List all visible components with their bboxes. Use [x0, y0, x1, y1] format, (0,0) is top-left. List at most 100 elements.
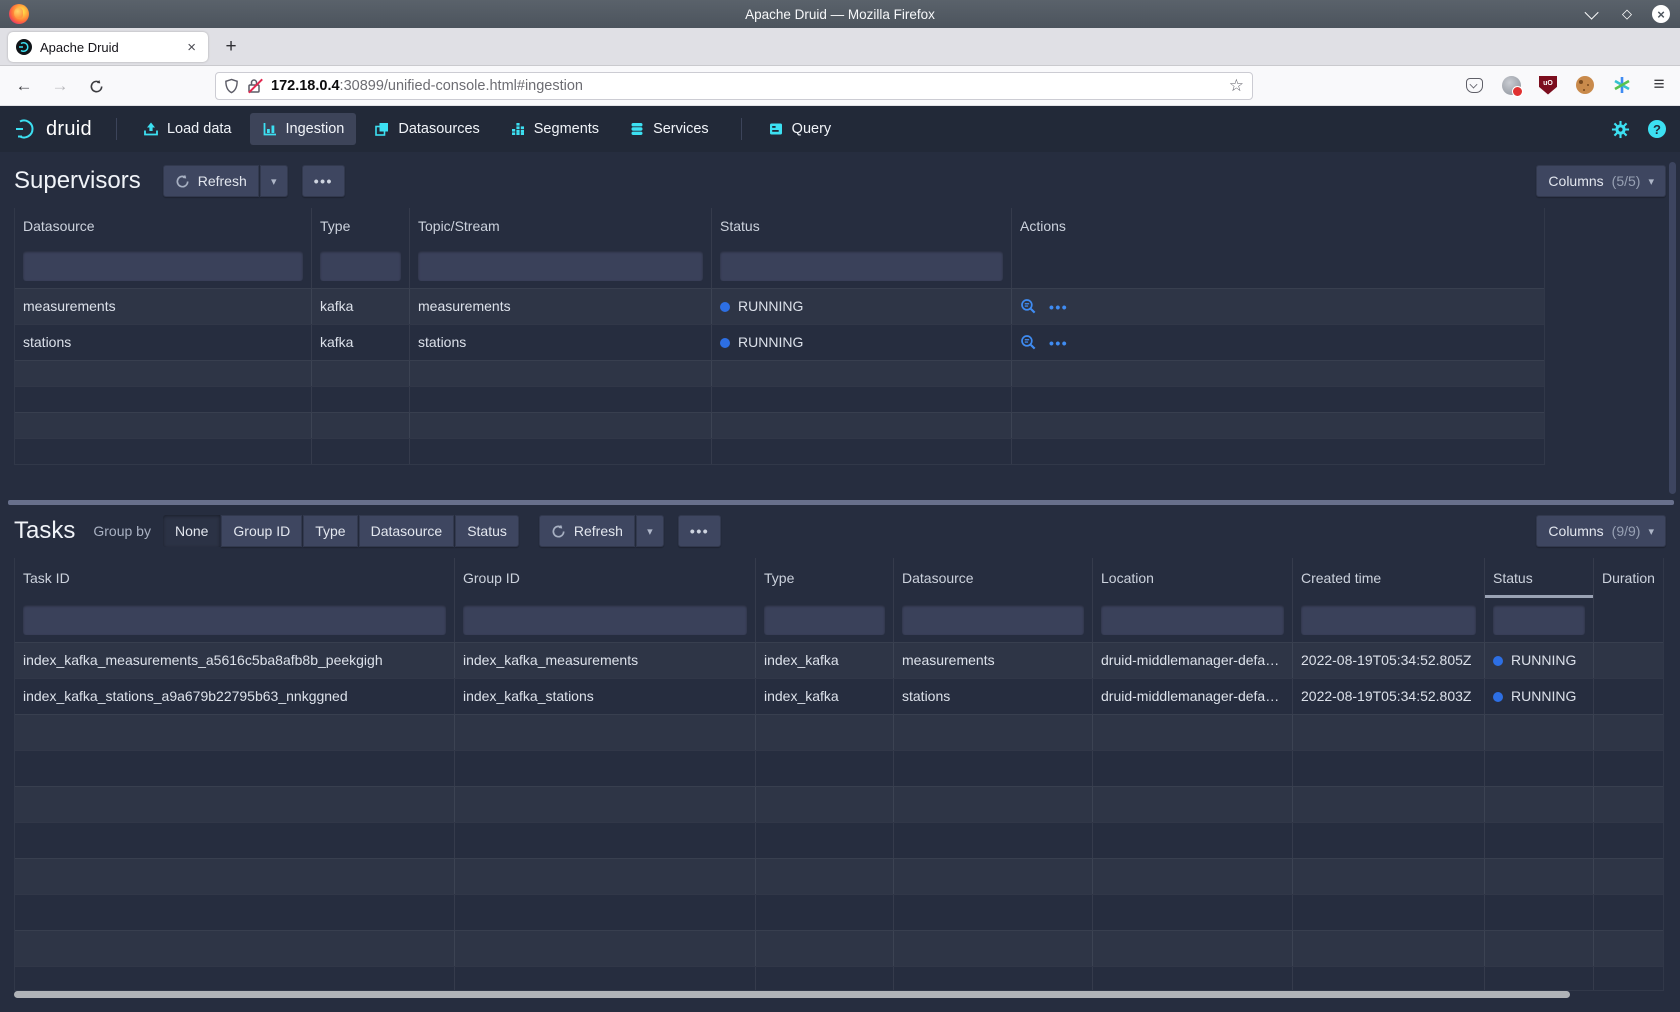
status-filter-input[interactable]	[720, 251, 1003, 281]
tasks-refresh-button[interactable]: Refresh	[539, 515, 635, 547]
caret-down-icon: ▾	[1648, 525, 1654, 538]
refresh-label: Refresh	[574, 523, 623, 539]
supervisors-columns-button[interactable]: Columns (5/5) ▾	[1536, 165, 1666, 197]
cell-group-id: index_kafka_measurements	[455, 643, 756, 678]
cookie-extension-button[interactable]	[1574, 74, 1596, 96]
nav-item-query[interactable]: Query	[756, 113, 844, 145]
tab-strip: Apache Druid × +	[0, 28, 1680, 66]
browser-tab[interactable]: Apache Druid ×	[8, 32, 208, 62]
settings-button[interactable]	[1611, 120, 1630, 139]
datasource-filter-input[interactable]	[23, 251, 303, 281]
pane-splitter[interactable]	[8, 500, 1674, 505]
tasks-title: Tasks	[14, 517, 75, 545]
supervisors-vertical-scrollbar[interactable]	[1669, 162, 1676, 494]
tasks-filter-row	[15, 598, 1663, 642]
group-by-type-button[interactable]: Type	[303, 515, 357, 547]
group-by-group-id-button[interactable]: Group ID	[221, 515, 302, 547]
row-more-button[interactable]: •••	[1049, 299, 1068, 315]
columns-label: Columns	[1548, 173, 1603, 189]
nav-item-label: Load data	[167, 121, 232, 137]
location-filter-input[interactable]	[1101, 605, 1284, 635]
status-filter-input[interactable]	[1493, 605, 1585, 635]
group-id-filter-input[interactable]	[463, 605, 747, 635]
tasks-horizontal-scrollbar[interactable]	[14, 991, 1570, 998]
window-minimize-button[interactable]	[1584, 5, 1602, 23]
column-header-duration[interactable]: Duration	[1594, 558, 1663, 598]
new-tab-button[interactable]: +	[218, 34, 244, 60]
datasource-filter-input[interactable]	[902, 605, 1084, 635]
nav-item-services[interactable]: Services	[617, 113, 721, 145]
row-more-button[interactable]: •••	[1049, 335, 1068, 351]
pocket-button[interactable]	[1463, 74, 1485, 96]
connection-insecure-icon[interactable]	[247, 78, 263, 94]
druid-logo[interactable]: druid	[14, 117, 92, 141]
group-by-button-group: None Group ID Type Datasource Status	[163, 515, 519, 547]
supervisors-table: Datasource Type Topic/Stream Status Acti…	[14, 208, 1545, 465]
cell-actions: •••	[1012, 325, 1544, 360]
column-header-location[interactable]: Location	[1093, 558, 1293, 598]
extension-mask-button[interactable]	[1500, 74, 1522, 96]
ublock-button[interactable]: uO	[1537, 74, 1559, 96]
status-text: RUNNING	[1511, 643, 1576, 678]
supervisors-toolbar: Supervisors Refresh ▾ ••• Columns (5/5) …	[14, 164, 1666, 198]
asterisk-icon	[1613, 76, 1631, 94]
query-icon	[768, 121, 784, 137]
task-id-filter-input[interactable]	[23, 605, 446, 635]
help-button[interactable]: ?	[1648, 120, 1666, 138]
cell-type: index_kafka	[756, 643, 894, 678]
table-row-empty	[15, 438, 1544, 464]
column-header-status[interactable]: Status	[1485, 558, 1594, 598]
inspect-action-button[interactable]	[1020, 334, 1037, 351]
supervisors-more-button[interactable]: •••	[302, 165, 345, 197]
column-header-group-id[interactable]: Group ID	[455, 558, 756, 598]
created-time-filter-input[interactable]	[1301, 605, 1476, 635]
type-filter-input[interactable]	[764, 605, 885, 635]
nav-item-ingestion[interactable]: Ingestion	[250, 113, 357, 145]
supervisors-refresh-menu-button[interactable]: ▾	[260, 165, 288, 197]
tasks-table: Task ID Group ID Type Datasource Locatio…	[14, 558, 1664, 991]
column-header-status[interactable]: Status	[712, 208, 1012, 244]
tasks-more-button[interactable]: •••	[678, 515, 721, 547]
status-text: RUNNING	[738, 325, 803, 360]
back-button[interactable]: ←	[12, 74, 36, 98]
group-by-datasource-button[interactable]: Datasource	[359, 515, 455, 547]
column-header-created-time[interactable]: Created time	[1293, 558, 1485, 598]
menu-button[interactable]: ≡	[1648, 74, 1670, 96]
column-header-type[interactable]: Type	[756, 558, 894, 598]
nav-item-label: Query	[792, 121, 832, 137]
group-by-none-button[interactable]: None	[163, 515, 220, 547]
column-header-topic-stream[interactable]: Topic/Stream	[410, 208, 712, 244]
bookmark-star-button[interactable]: ☆	[1229, 76, 1244, 96]
column-header-task-id[interactable]: Task ID	[15, 558, 455, 598]
forward-button[interactable]: →	[48, 74, 72, 98]
column-header-datasource[interactable]: Datasource	[15, 208, 312, 244]
reload-button[interactable]	[84, 74, 108, 98]
nav-item-label: Segments	[534, 121, 599, 137]
nav-item-label: Datasources	[398, 121, 479, 137]
inspect-action-button[interactable]	[1020, 298, 1037, 315]
topic-stream-filter-input[interactable]	[418, 251, 703, 281]
container-extension-button[interactable]	[1611, 74, 1633, 96]
nav-item-load-data[interactable]: Load data	[131, 113, 244, 145]
column-header-type[interactable]: Type	[312, 208, 410, 244]
table-row-empty	[15, 360, 1544, 386]
tab-close-button[interactable]: ×	[183, 39, 200, 56]
window-close-button[interactable]: ×	[1652, 5, 1670, 23]
url-text: 172.18.0.4:30899/unified-console.html#in…	[271, 78, 1229, 94]
type-filter-input[interactable]	[320, 251, 401, 281]
supervisors-refresh-button[interactable]: Refresh	[163, 165, 259, 197]
group-by-status-button[interactable]: Status	[455, 515, 519, 547]
tasks-columns-button[interactable]: Columns (9/9) ▾	[1536, 515, 1666, 547]
column-header-datasource[interactable]: Datasource	[894, 558, 1093, 598]
window-maximize-button[interactable]: ◇	[1618, 5, 1636, 23]
caret-down-icon: ▾	[1648, 175, 1654, 188]
cell-status: RUNNING	[1485, 643, 1594, 678]
url-bar[interactable]: 172.18.0.4:30899/unified-console.html#in…	[215, 72, 1253, 100]
tasks-refresh-menu-button[interactable]: ▾	[636, 515, 664, 547]
tasks-toolbar: Tasks Group by None Group ID Type Dataso…	[14, 514, 1666, 548]
status-dot-icon	[1493, 656, 1503, 666]
nav-item-segments[interactable]: Segments	[498, 113, 611, 145]
columns-label: Columns	[1548, 523, 1603, 539]
nav-item-datasources[interactable]: Datasources	[362, 113, 491, 145]
caret-down-icon: ▾	[271, 175, 277, 188]
